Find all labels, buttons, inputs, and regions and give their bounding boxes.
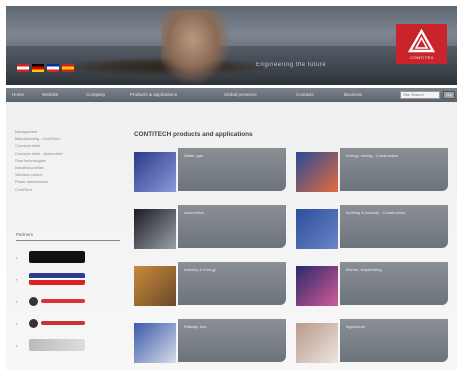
product-thumbnail [296,209,338,249]
sidebar-item[interactable]: Manufacturing - ContiTech... [15,137,110,144]
main-nav: Home Website Company Products & applicat… [6,88,457,102]
product-label: Water, gas [184,153,203,158]
product-card[interactable]: Energy, mining - Construction [296,148,448,194]
product-label: Railway, bus [184,324,207,329]
bullet-icon: ▪ [16,320,18,326]
nav-item-home[interactable]: Home [12,92,24,97]
header-banner: Engineering the future [6,6,457,85]
flag-icon-d[interactable] [62,64,74,72]
bullet-icon: ▪ [16,276,18,282]
partner-logo-flag [29,273,85,285]
bullet-icon: ▪ [16,342,18,348]
dog-image [161,10,231,84]
flag-icon-c[interactable] [47,64,59,72]
sidebar-item[interactable]: Management [15,130,110,137]
partners-divider [16,240,120,241]
partner-logo-grey [29,339,85,351]
product-card[interactable]: Building & industry - Construction [296,205,448,251]
product-card[interactable]: Railway, bus [134,319,286,365]
flag-icon-b[interactable] [32,64,44,72]
product-card[interactable]: Automotive [134,205,286,251]
header-slogan: Engineering the future [256,62,327,68]
sidebar-item[interactable]: Power transmission [15,180,110,187]
brand-logo[interactable]: CONTITEX [396,24,447,64]
product-thumbnail [134,152,176,192]
nav-item-website[interactable]: Website [42,92,58,97]
product-label: Agriculture [346,324,366,329]
nav-item-global[interactable]: Global presence [224,92,257,97]
flag-icon-a[interactable] [17,64,29,72]
sidebar-item[interactable]: ContiTech [15,188,110,195]
bullet-icon: ▪ [16,254,18,260]
language-flags [17,64,74,72]
nav-item-contacts[interactable]: Contacts [296,92,314,97]
product-label: Automotive [184,210,205,215]
sidebar-item[interactable]: Conveyor belts [15,144,110,151]
partner-circle-icon [29,296,38,306]
bullet-icon: ▪ [16,298,18,304]
nav-item-company[interactable]: Company [86,92,105,97]
logo-text: CONTITEX [410,55,434,60]
product-thumbnail [134,266,176,306]
sidebar-item[interactable]: Fluid technologies [15,159,110,166]
partner-item[interactable]: ▪ [16,250,85,264]
product-thumbnail [296,266,338,306]
sidebar-item[interactable]: Conveyor belts - Automotive [15,152,110,159]
sidebar-menu: Management Manufacturing - ContiTech... Co… [15,130,110,195]
product-card[interactable]: Marine, shipbuilding [296,262,448,308]
product-card[interactable]: Agriculture [296,319,448,365]
sidebar-item[interactable]: Industrial profiles [15,166,110,173]
product-label: Energy, mining - Construction [346,153,399,158]
product-label: Marine, shipbuilding [346,267,382,272]
product-card[interactable]: Industry & Energy [134,262,286,308]
partner-logo-black [29,251,85,263]
triangle-logo-icon [408,29,435,53]
page-title: CONTITECH products and applications [134,131,253,138]
product-label: Industry & Energy [184,267,216,272]
partners-heading: Partners [16,232,34,237]
product-card[interactable]: Water, gas [134,148,286,194]
nav-item-business[interactable]: Business [344,92,362,97]
nav-item-products[interactable]: Products & applications [130,92,177,97]
partner-item[interactable]: ▪ [16,316,85,330]
search-go-button[interactable]: Go [443,91,455,99]
product-thumbnail [296,323,338,363]
product-thumbnail [296,152,338,192]
sidebar-item[interactable]: Vibration control [15,173,110,180]
partner-item[interactable]: ▪ [16,272,85,286]
partner-item[interactable]: ▪ [16,338,85,352]
product-label: Building & industry - Construction [346,210,406,215]
partner-item[interactable]: ▪ [16,294,85,308]
partner-logo-red-2 [41,321,85,325]
product-thumbnail [134,209,176,249]
partner-logo-red-1 [41,299,85,303]
product-thumbnail [134,323,176,363]
partner-circle-icon [29,318,38,328]
search-input[interactable]: Site Search [400,91,440,99]
